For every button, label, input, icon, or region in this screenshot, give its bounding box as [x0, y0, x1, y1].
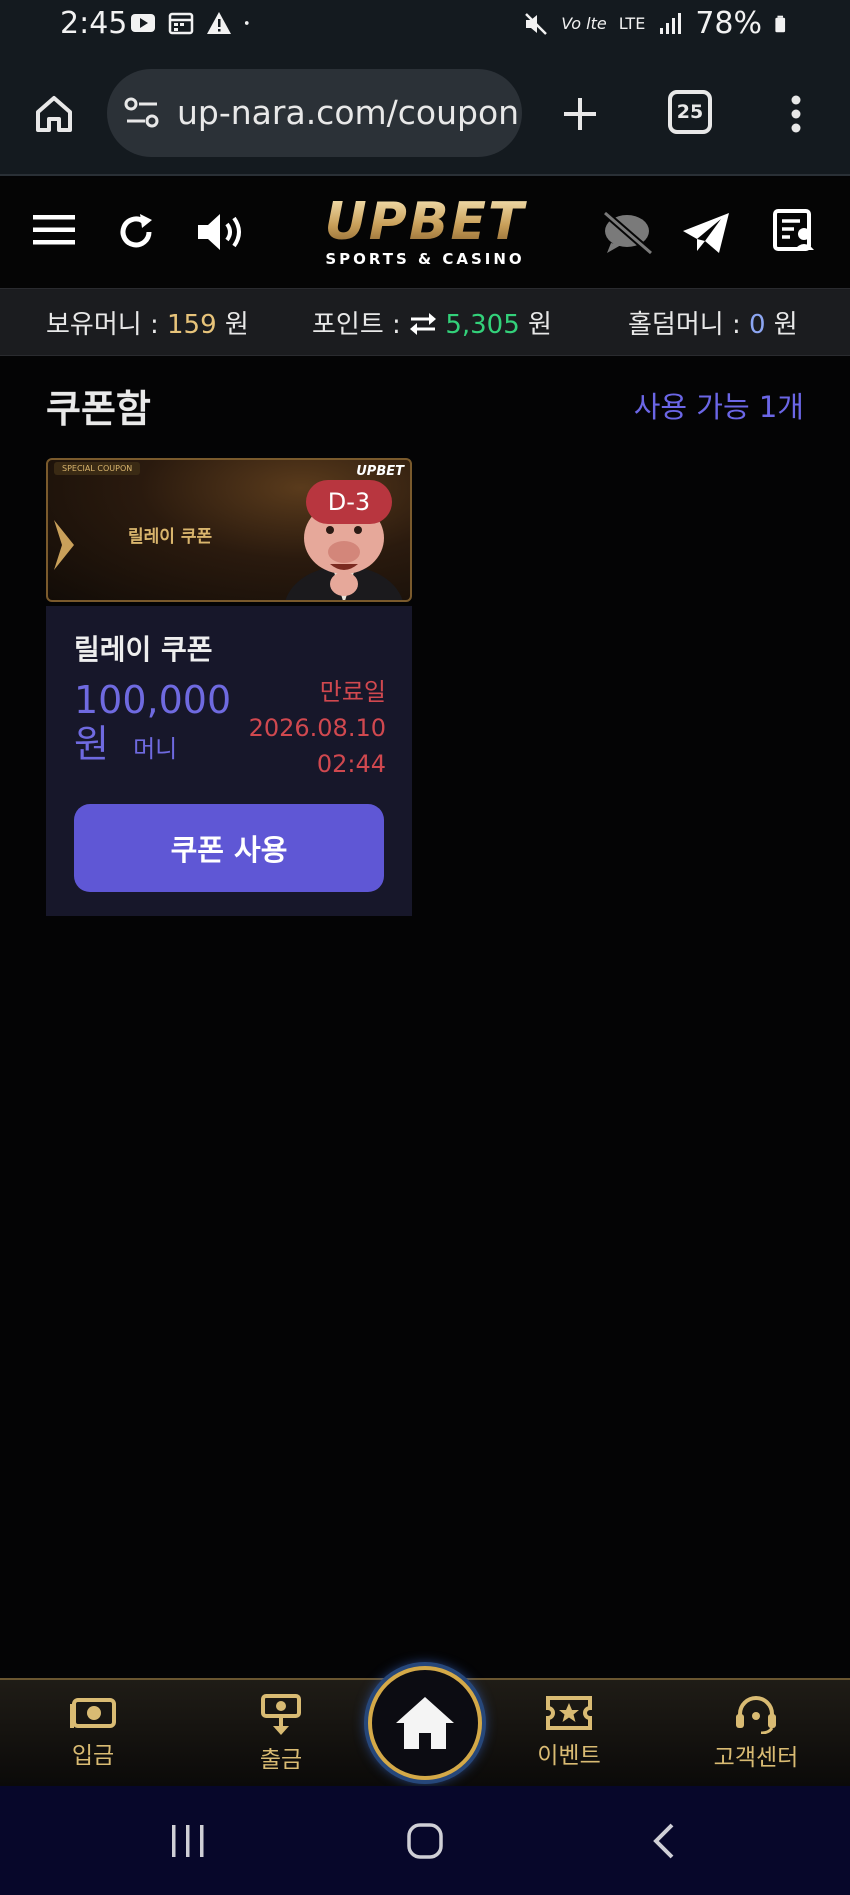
coupon-amount: 100,000 원 머니	[74, 678, 234, 771]
mute-icon	[525, 12, 548, 35]
d-day-badge: D-3	[306, 480, 392, 524]
sound-button[interactable]	[194, 206, 252, 258]
signal-icon	[660, 12, 682, 34]
telegram-button[interactable]	[680, 208, 732, 258]
headset-icon	[736, 1696, 776, 1734]
chat-off-icon	[602, 210, 654, 256]
logo-main-text: UPBET	[300, 196, 550, 248]
coupon-expiry: 만료일 2026.08.10 02:44	[249, 674, 386, 782]
tab-switcher-button[interactable]: 25	[668, 90, 712, 134]
new-tab-button[interactable]	[554, 88, 606, 140]
banner-logo: UPBET	[356, 464, 404, 479]
upbet-logo[interactable]: UPBET SPORTS & CASINO	[300, 196, 550, 268]
back-icon	[653, 1823, 674, 1859]
balance-bar: 보유머니 : 159 원 포인트 : 5,305 원 홀덤머니 : 0 원	[0, 288, 850, 356]
coupon-card: SPECIAL COUPON 릴레이 쿠폰 UPBET D-3 릴레이 쿠폰 1…	[46, 458, 412, 916]
browser-home-button[interactable]	[28, 88, 80, 140]
calendar-icon	[168, 12, 194, 35]
nav-home-button[interactable]	[368, 1666, 482, 1780]
chat-off-button[interactable]	[598, 208, 656, 258]
volte-icon: Vo lte	[561, 14, 607, 33]
expiry-date: 2026.08.10	[248, 714, 386, 742]
youtube-icon	[131, 14, 155, 32]
point-value: 5,305	[445, 310, 520, 340]
nav-support[interactable]: 고객센터	[700, 1694, 812, 1772]
address-bar[interactable]: up-nara.com/coupon	[107, 69, 522, 157]
chevron-right-icon	[54, 520, 74, 570]
plus-icon	[564, 98, 596, 130]
coupon-details: 릴레이 쿠폰 100,000 원 머니 만료일 2026.08.10 02:44…	[46, 606, 412, 916]
nav-event-label: 이벤트	[537, 1743, 601, 1769]
coupon-amount-unit: 원	[74, 722, 109, 766]
money-unit: 원	[224, 310, 249, 340]
system-navigation-bar	[0, 1786, 850, 1895]
withdraw-icon	[261, 1694, 301, 1735]
holdem-unit: 원	[773, 310, 798, 340]
money-value: 159	[166, 310, 217, 340]
more-vertical-icon	[791, 95, 801, 133]
expiry-time: 02:44	[316, 750, 386, 778]
menu-icon	[33, 215, 75, 245]
notice-button[interactable]	[770, 206, 818, 256]
hamburger-menu-button[interactable]	[32, 208, 76, 252]
nav-deposit[interactable]: 입금	[38, 1694, 148, 1770]
speaker-icon	[198, 214, 241, 250]
expiry-label: 만료일	[319, 678, 386, 706]
browser-toolbar: up-nara.com/coupon 25	[0, 52, 850, 176]
available-count: 사용 가능 1개	[633, 390, 804, 424]
status-time: 2:45	[60, 6, 128, 41]
status-bar: 2:45 Vo lte LTE 78%	[0, 0, 850, 52]
nav-deposit-label: 입금	[71, 1743, 115, 1769]
nav-event[interactable]: 이벤트	[514, 1694, 624, 1770]
holdem-balance[interactable]: 홀덤머니 : 0 원	[628, 304, 798, 341]
coupon-banner: SPECIAL COUPON 릴레이 쿠폰 UPBET D-3	[46, 458, 412, 602]
warning-icon	[207, 12, 231, 34]
point-label: 포인트 :	[312, 310, 401, 340]
coupon-name: 릴레이 쿠폰	[74, 633, 213, 666]
battery-percent: 78%	[695, 6, 762, 41]
page-title: 쿠폰함	[46, 387, 151, 431]
holdem-label: 홀덤머니 :	[628, 310, 741, 340]
browser-menu-button[interactable]	[778, 88, 814, 140]
holdem-value: 0	[748, 310, 766, 340]
coupon-type: 머니	[133, 735, 178, 763]
special-coupon-tag: SPECIAL COUPON	[54, 462, 141, 475]
ticket-star-icon	[546, 1696, 592, 1730]
url-text: up-nara.com/coupon	[177, 93, 520, 132]
recent-apps-icon	[172, 1825, 204, 1857]
site-settings-icon	[124, 97, 159, 128]
document-user-icon	[773, 209, 814, 251]
money-balance[interactable]: 보유머니 : 159 원	[46, 304, 249, 341]
nav-support-label: 고객센터	[713, 1745, 799, 1771]
use-coupon-button[interactable]: 쿠폰 사용	[74, 804, 384, 892]
nav-withdraw-label: 출금	[259, 1747, 303, 1773]
coupon-amount-value: 100,000	[74, 678, 232, 722]
money-label: 보유머니 :	[46, 310, 159, 340]
network-type: LTE	[618, 14, 646, 33]
battery-icon	[775, 15, 786, 32]
system-home-icon	[407, 1823, 443, 1859]
nav-withdraw[interactable]: 출금	[226, 1694, 336, 1774]
home-icon	[396, 1697, 454, 1749]
refresh-icon	[120, 214, 152, 248]
logo-sub-text: SPORTS & CASINO	[325, 250, 525, 268]
home-outline-icon	[36, 96, 72, 132]
recent-apps-button[interactable]	[160, 1816, 216, 1866]
exchange-icon	[410, 313, 437, 335]
point-unit: 원	[528, 310, 552, 340]
refresh-button[interactable]	[112, 208, 160, 256]
telegram-icon	[683, 213, 729, 253]
banner-title: 릴레이 쿠폰	[128, 527, 213, 547]
system-home-button[interactable]	[398, 1816, 452, 1866]
notification-dot-icon	[244, 21, 249, 25]
site-header: UPBET SPORTS & CASINO	[0, 178, 850, 288]
deposit-icon	[70, 1698, 116, 1728]
tab-count: 25	[676, 101, 704, 123]
point-balance[interactable]: 포인트 : 5,305 원	[312, 304, 552, 341]
system-back-button[interactable]	[640, 1816, 688, 1866]
